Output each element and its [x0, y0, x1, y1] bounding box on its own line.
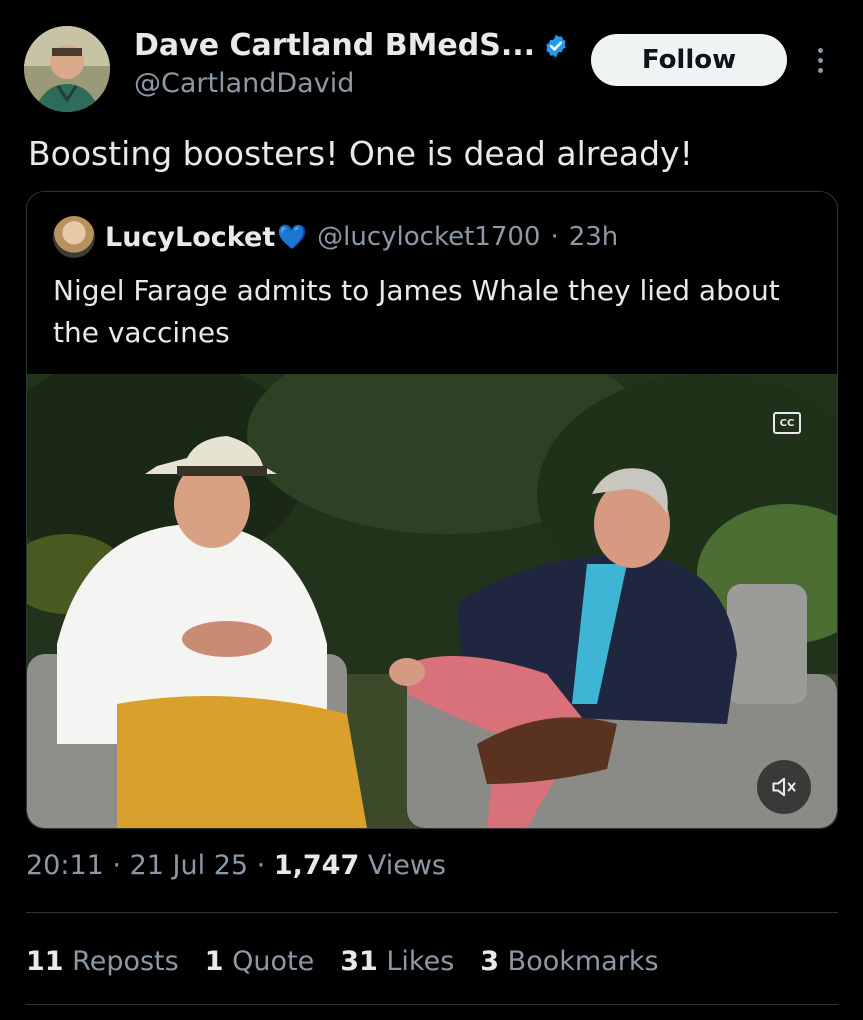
tweet-text: Boosting boosters! One is dead already! — [28, 134, 693, 173]
stat-count: 11 — [26, 946, 64, 977]
author-names: Dave Cartland BMedS... @CartlandDavid — [134, 28, 569, 100]
stat-label: Reposts — [72, 946, 179, 977]
closed-captions-icon[interactable]: CC — [773, 412, 801, 434]
tweet-time[interactable]: 20:11 — [26, 850, 104, 881]
quoted-tweet[interactable]: LucyLocket 💙 @lucylocket1700 · 23h Nigel… — [26, 191, 838, 829]
speaker-muted-glyph — [772, 777, 796, 797]
author-avatar[interactable] — [24, 26, 110, 112]
verified-badge-icon — [546, 34, 566, 58]
author-handle[interactable]: @CartlandDavid — [134, 68, 569, 100]
stat-reposts[interactable]: 11 Reposts — [26, 942, 179, 982]
quoted-text: Nigel Farage admits to James Whale they … — [53, 274, 780, 349]
stat-likes[interactable]: 31 Likes — [340, 942, 454, 982]
author-display-name[interactable]: Dave Cartland BMedS... — [134, 28, 535, 64]
stat-quotes[interactable]: 1 Quote — [205, 942, 314, 982]
author-display-name-row[interactable]: Dave Cartland BMedS... — [134, 28, 569, 64]
meta-separator: · — [112, 850, 121, 881]
stat-label: Bookmarks — [507, 946, 659, 977]
quoted-avatar[interactable] — [53, 216, 95, 258]
views-label: Views — [367, 850, 446, 881]
tweet-date[interactable]: 21 Jul 25 — [130, 850, 248, 881]
more-dot — [817, 67, 823, 73]
blue-heart-emoji: 💙 — [277, 223, 308, 251]
stat-count: 3 — [480, 946, 500, 977]
meta-separator: · — [256, 850, 266, 881]
quoted-name: LucyLocket — [105, 221, 276, 253]
quoted-time: 23h — [568, 222, 619, 252]
stat-label: Quote — [232, 946, 315, 977]
tweet-header: Dave Cartland BMedS... @CartlandDavid Fo… — [0, 0, 863, 120]
follow-button[interactable]: Follow — [591, 34, 787, 86]
tweet-meta: 20:11 · 21 Jul 25 · 1,747 Views — [26, 848, 446, 884]
divider — [26, 912, 838, 913]
stat-count: 1 — [204, 946, 224, 977]
quoted-header: LucyLocket 💙 @lucylocket1700 · 23h — [53, 216, 618, 258]
more-dot — [817, 57, 823, 63]
more-vertical-icon[interactable] — [808, 40, 832, 80]
video-player[interactable]: CC — [27, 374, 837, 828]
stat-label: Likes — [386, 946, 455, 977]
views-count: 1,747 — [273, 850, 360, 881]
profile-photo — [24, 26, 110, 112]
volume-muted-icon[interactable] — [757, 760, 811, 814]
divider — [26, 1004, 838, 1005]
engagement-stats: 11 Reposts 1 Quote 31 Likes 3 Bookmarks — [26, 942, 659, 982]
stat-bookmarks[interactable]: 3 Bookmarks — [480, 942, 658, 982]
quoted-separator: · — [550, 222, 559, 252]
stat-count: 31 — [340, 946, 378, 977]
more-dot — [817, 47, 823, 53]
video-frame — [27, 374, 837, 828]
quoted-handle: @lucylocket1700 — [317, 222, 541, 252]
